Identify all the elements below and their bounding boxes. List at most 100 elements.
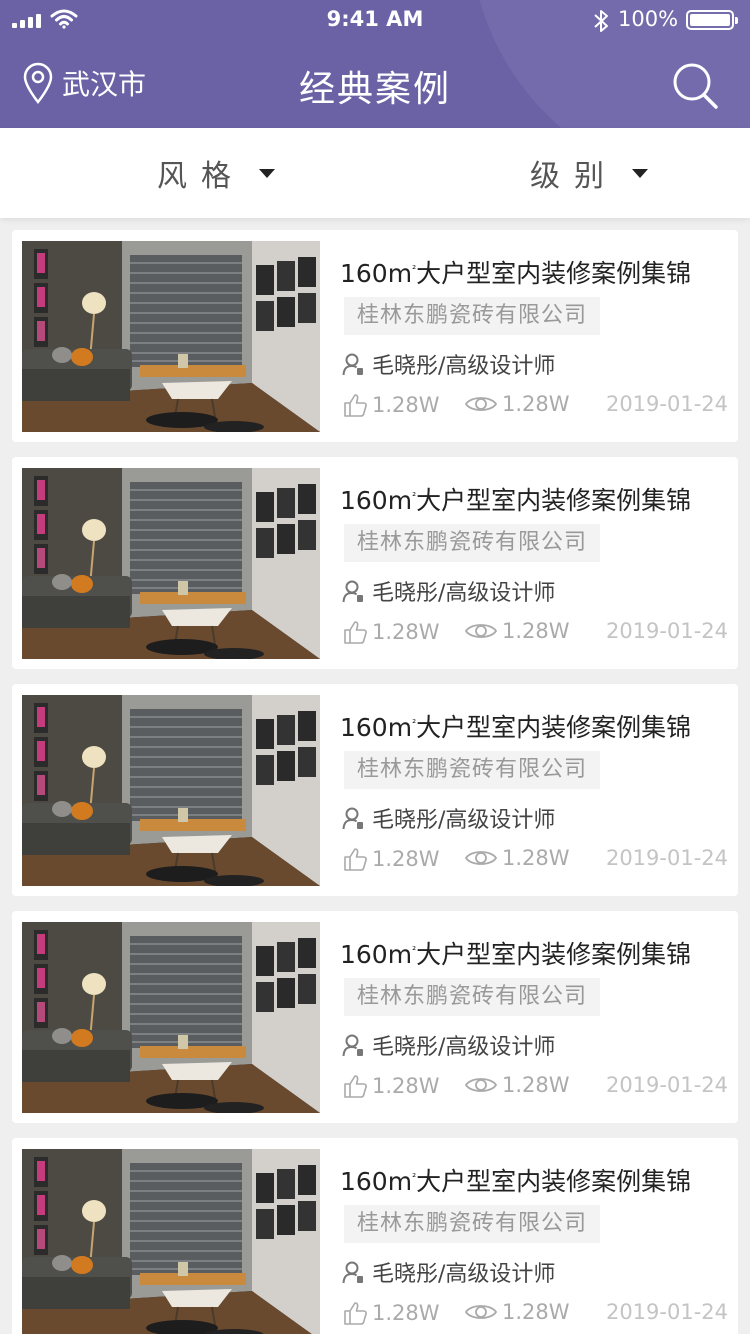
views-stat: 1.28W <box>464 392 570 416</box>
case-stats: 1.28W 1.28W 2019-01-24 <box>342 1073 728 1103</box>
likes-stat[interactable]: 1.28W <box>342 846 440 872</box>
case-title-text: 大户型室内装修案例集锦 <box>416 486 692 515</box>
caret-down-icon <box>632 168 648 178</box>
case-date: 2019-01-24 <box>605 619 728 643</box>
eye-icon <box>464 851 498 865</box>
case-card[interactable]: 160m²大户型室内装修案例集锦 桂林东鹏瓷砖有限公司 毛晓彤/高级设计师 1.… <box>12 1138 738 1334</box>
nav-bar: 武汉市 经典案例 <box>0 40 750 128</box>
likes-stat[interactable]: 1.28W <box>342 619 440 645</box>
case-title-area: 160m <box>340 1167 413 1196</box>
company-tag: 桂林东鹏瓷砖有限公司 <box>344 524 601 562</box>
likes-count: 1.28W <box>372 1301 440 1325</box>
designer-info: 毛晓彤/高级设计师 <box>342 1256 555 1288</box>
case-list: 160m²大户型室内装修案例集锦 桂林东鹏瓷砖有限公司 毛晓彤/高级设计师 1.… <box>12 230 738 1334</box>
case-card[interactable]: 160m²大户型室内装修案例集锦 桂林东鹏瓷砖有限公司 毛晓彤/高级设计师 1.… <box>12 684 738 896</box>
views-stat: 1.28W <box>464 1300 570 1324</box>
eye-icon <box>464 624 498 638</box>
bluetooth-icon <box>594 10 608 32</box>
likes-stat[interactable]: 1.28W <box>342 1300 440 1326</box>
battery-icon <box>686 10 738 30</box>
case-stats: 1.28W 1.28W 2019-01-24 <box>342 619 728 649</box>
search-icon[interactable] <box>670 60 722 112</box>
case-date: 2019-01-24 <box>605 1300 728 1324</box>
views-stat: 1.28W <box>464 619 570 643</box>
case-title-area: 160m <box>340 486 413 515</box>
case-thumbnail <box>22 241 320 432</box>
likes-count: 1.28W <box>372 620 440 644</box>
thumbs-up-icon <box>344 621 367 644</box>
case-card[interactable]: 160m²大户型室内装修案例集锦 桂林东鹏瓷砖有限公司 毛晓彤/高级设计师 1.… <box>12 911 738 1123</box>
case-stats: 1.28W 1.28W 2019-01-24 <box>342 392 728 422</box>
case-title: 160m²大户型室内装修案例集锦 <box>340 935 691 971</box>
case-date: 2019-01-24 <box>605 1073 728 1097</box>
thumbs-up-icon <box>344 848 367 871</box>
filter-bar: 风格 级别 <box>0 128 750 218</box>
designer-name: 毛晓彤/高级设计师 <box>372 808 556 833</box>
views-count: 1.28W <box>502 392 570 416</box>
designer-icon <box>342 1034 363 1057</box>
views-count: 1.28W <box>502 619 570 643</box>
case-title: 160m²大户型室内装修案例集锦 <box>340 1162 691 1198</box>
case-stats: 1.28W 1.28W 2019-01-24 <box>342 1300 728 1330</box>
case-title-text: 大户型室内装修案例集锦 <box>416 259 692 288</box>
designer-name: 毛晓彤/高级设计师 <box>372 354 556 379</box>
company-tag: 桂林东鹏瓷砖有限公司 <box>344 751 601 789</box>
designer-info: 毛晓彤/高级设计师 <box>342 1029 555 1061</box>
thumbs-up-icon <box>344 1075 367 1098</box>
case-thumbnail <box>22 468 320 659</box>
thumbs-up-icon <box>344 1302 367 1325</box>
case-title: 160m²大户型室内装修案例集锦 <box>340 254 691 290</box>
views-count: 1.28W <box>502 1300 570 1324</box>
case-title-area: 160m <box>340 940 413 969</box>
case-thumbnail <box>22 922 320 1113</box>
designer-info: 毛晓彤/高级设计师 <box>342 802 555 834</box>
likes-count: 1.28W <box>372 1074 440 1098</box>
case-title-text: 大户型室内装修案例集锦 <box>416 713 692 742</box>
designer-icon <box>342 580 363 603</box>
case-stats: 1.28W 1.28W 2019-01-24 <box>342 846 728 876</box>
case-date: 2019-01-24 <box>605 846 728 870</box>
case-thumbnail <box>22 695 320 886</box>
case-title: 160m²大户型室内装修案例集锦 <box>340 708 691 744</box>
designer-info: 毛晓彤/高级设计师 <box>342 348 555 380</box>
case-thumbnail <box>22 1149 320 1334</box>
eye-icon <box>464 1078 498 1092</box>
likes-stat[interactable]: 1.28W <box>342 1073 440 1099</box>
designer-icon <box>342 353 363 376</box>
thumbs-up-icon <box>344 394 367 417</box>
likes-stat[interactable]: 1.28W <box>342 392 440 418</box>
case-card[interactable]: 160m²大户型室内装修案例集锦 桂林东鹏瓷砖有限公司 毛晓彤/高级设计师 1.… <box>12 230 738 442</box>
designer-icon <box>342 807 363 830</box>
designer-name: 毛晓彤/高级设计师 <box>372 581 556 606</box>
case-date: 2019-01-24 <box>605 392 728 416</box>
company-tag: 桂林东鹏瓷砖有限公司 <box>344 1205 601 1243</box>
app-header: 9:41 AM 100% 武汉市 经典案例 <box>0 0 750 128</box>
case-card[interactable]: 160m²大户型室内装修案例集锦 桂林东鹏瓷砖有限公司 毛晓彤/高级设计师 1.… <box>12 457 738 669</box>
style-filter-label: 风格 <box>157 159 245 194</box>
case-title-area: 160m <box>340 259 413 288</box>
views-count: 1.28W <box>502 846 570 870</box>
designer-name: 毛晓彤/高级设计师 <box>372 1035 556 1060</box>
designer-info: 毛晓彤/高级设计师 <box>342 575 555 607</box>
designer-icon <box>342 1261 363 1284</box>
page-title: 经典案例 <box>298 69 451 110</box>
views-stat: 1.28W <box>464 846 570 870</box>
likes-count: 1.28W <box>372 847 440 871</box>
views-count: 1.28W <box>502 1073 570 1097</box>
eye-icon <box>464 397 498 411</box>
company-tag: 桂林东鹏瓷砖有限公司 <box>344 978 601 1016</box>
likes-count: 1.28W <box>372 393 440 417</box>
case-title-text: 大户型室内装修案例集锦 <box>416 1167 692 1196</box>
level-filter[interactable]: 级别 <box>530 128 648 218</box>
case-title-area: 160m <box>340 713 413 742</box>
company-tag: 桂林东鹏瓷砖有限公司 <box>344 297 601 335</box>
caret-down-icon <box>259 168 275 178</box>
designer-name: 毛晓彤/高级设计师 <box>372 1262 556 1287</box>
views-stat: 1.28W <box>464 1073 570 1097</box>
case-title-text: 大户型室内装修案例集锦 <box>416 940 692 969</box>
level-filter-label: 级别 <box>530 159 618 194</box>
style-filter[interactable]: 风格 <box>157 128 275 218</box>
eye-icon <box>464 1305 498 1319</box>
status-bar: 9:41 AM 100% <box>0 0 750 40</box>
case-title: 160m²大户型室内装修案例集锦 <box>340 481 691 517</box>
